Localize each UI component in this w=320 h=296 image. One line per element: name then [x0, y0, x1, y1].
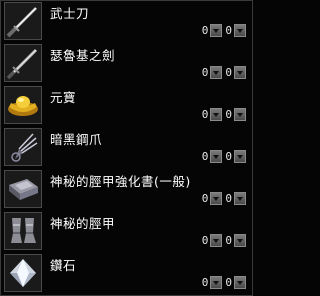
list-item[interactable]: 鑽石 0 0 — [3, 253, 250, 293]
quantity-dropdown-button[interactable] — [234, 234, 246, 247]
chevron-down-icon — [213, 112, 220, 117]
list-item[interactable]: 神秘的脛甲 0 0 — [3, 211, 250, 251]
chevron-down-icon — [237, 112, 243, 117]
quantity-dropdown-button[interactable] — [234, 150, 246, 163]
quantity-value: 0 — [201, 192, 209, 205]
quantity-selector: 0 0 — [202, 275, 246, 290]
quantity-dropdown-button[interactable] — [210, 108, 223, 121]
quantity-value: 0 — [225, 276, 232, 289]
chevron-down-icon — [213, 238, 220, 243]
quantity-dropdown-button[interactable] — [210, 150, 223, 163]
gold-ingot-icon — [4, 86, 42, 124]
quantity-selector: 0 0 — [202, 149, 246, 164]
quantity-value: 0 — [201, 234, 209, 247]
list-item[interactable]: 暗黑鋼爪 0 0 — [3, 127, 250, 167]
quantity-dropdown-button[interactable] — [210, 234, 223, 247]
greaves-icon — [4, 212, 42, 250]
item-list-panel: 武士刀 0 0 瑟魯基之劍 0 0 元寶 0 0 暗黑鋼爪 0 0 神秘的脛甲強… — [0, 0, 253, 296]
list-item[interactable]: 瑟魯基之劍 0 0 — [3, 43, 250, 83]
item-name: 瑟魯基之劍 — [50, 48, 116, 63]
quantity-value: 0 — [225, 108, 232, 121]
quantity-value: 0 — [225, 192, 232, 205]
item-name: 武士刀 — [50, 6, 90, 21]
quantity-selector: 0 0 — [202, 107, 246, 122]
chevron-down-icon — [213, 70, 220, 75]
chevron-down-icon — [237, 280, 243, 285]
quantity-value: 0 — [225, 24, 232, 37]
quantity-value: 0 — [201, 276, 209, 289]
quantity-value: 0 — [201, 150, 209, 163]
quantity-dropdown-button[interactable] — [234, 108, 246, 121]
diamond-icon — [4, 254, 42, 292]
chevron-down-icon — [237, 196, 243, 201]
quantity-dropdown-button[interactable] — [210, 192, 223, 205]
quantity-selector: 0 0 — [202, 233, 246, 248]
chevron-down-icon — [237, 154, 243, 159]
chevron-down-icon — [213, 28, 220, 33]
quantity-dropdown-button[interactable] — [234, 192, 246, 205]
quantity-value: 0 — [225, 150, 232, 163]
quantity-dropdown-button[interactable] — [234, 276, 246, 289]
quantity-value: 0 — [225, 234, 232, 247]
sword-icon — [4, 44, 42, 82]
claw-icon — [4, 128, 42, 166]
quantity-value: 0 — [201, 108, 209, 121]
list-item[interactable]: 武士刀 0 0 — [3, 1, 250, 41]
chevron-down-icon — [237, 28, 243, 33]
quantity-selector: 0 0 — [202, 23, 246, 38]
item-name: 元寶 — [50, 90, 77, 105]
quantity-dropdown-button[interactable] — [210, 24, 223, 37]
chevron-down-icon — [237, 238, 243, 243]
list-item[interactable]: 元寶 0 0 — [3, 85, 250, 125]
chevron-down-icon — [213, 280, 220, 285]
quantity-dropdown-button[interactable] — [210, 276, 223, 289]
chevron-down-icon — [213, 196, 220, 201]
quantity-value: 0 — [201, 66, 209, 79]
quantity-selector: 0 0 — [202, 65, 246, 80]
quantity-dropdown-button[interactable] — [234, 24, 246, 37]
quantity-dropdown-button[interactable] — [234, 66, 246, 79]
quantity-value: 0 — [201, 24, 209, 37]
item-name: 神秘的脛甲強化書(一般) — [50, 174, 191, 189]
quantity-value: 0 — [225, 66, 232, 79]
item-name: 神秘的脛甲 — [50, 216, 116, 231]
chevron-down-icon — [237, 70, 243, 75]
quantity-selector: 0 0 — [202, 191, 246, 206]
chevron-down-icon — [213, 154, 220, 159]
enchant-book-icon — [4, 170, 42, 208]
list-item[interactable]: 神秘的脛甲強化書(一般) 0 0 — [3, 169, 250, 209]
item-name: 暗黑鋼爪 — [50, 132, 103, 147]
quantity-dropdown-button[interactable] — [210, 66, 223, 79]
katana-icon — [4, 2, 42, 40]
item-name: 鑽石 — [50, 258, 77, 273]
